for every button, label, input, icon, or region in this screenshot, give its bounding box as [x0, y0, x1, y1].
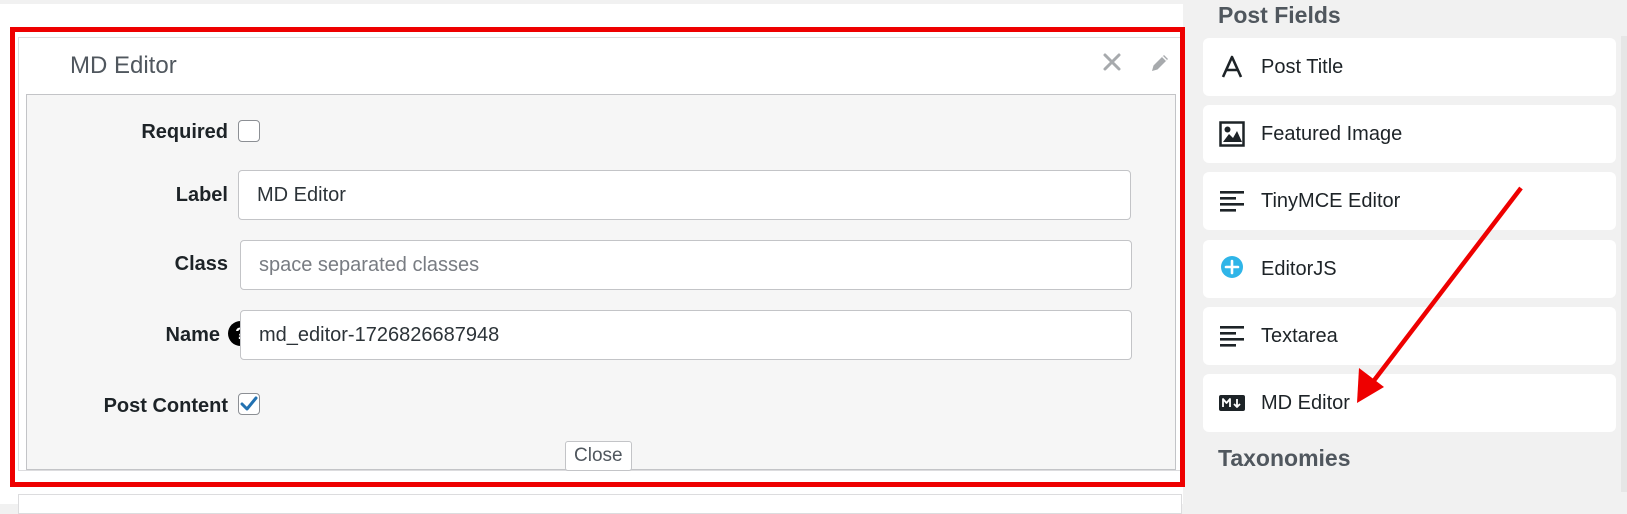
- next-field-panel: [18, 494, 1182, 514]
- taxonomies-heading: Taxonomies: [1218, 445, 1351, 471]
- plus-circle-icon: [1219, 254, 1245, 280]
- text-align-icon: [1219, 323, 1245, 349]
- sidebar-item-label: Post Title: [1261, 56, 1344, 78]
- sidebar-item-featured-image[interactable]: Featured Image: [1203, 105, 1616, 163]
- sidebar-item-post-title[interactable]: Post Title: [1203, 38, 1616, 96]
- post-fields-heading: Post Fields: [1218, 2, 1341, 28]
- text-align-icon: [1219, 188, 1245, 214]
- markdown-icon: [1219, 390, 1245, 416]
- sidebar-item-label: MD Editor: [1261, 392, 1350, 414]
- sidebar-item-label: TinyMCE Editor: [1261, 190, 1401, 212]
- sidebar-item-label: Textarea: [1261, 325, 1338, 347]
- red-highlight-box: [10, 27, 1185, 487]
- image-icon: [1219, 121, 1245, 147]
- sidebar-item-label: EditorJS: [1261, 258, 1337, 280]
- sidebar-item-md-editor[interactable]: MD Editor: [1203, 374, 1616, 432]
- sidebar-scrollbar[interactable]: [1621, 36, 1627, 492]
- sidebar-item-editorjs[interactable]: EditorJS: [1203, 240, 1616, 298]
- sidebar-item-tinymce-editor[interactable]: TinyMCE Editor: [1203, 172, 1616, 230]
- letter-a-icon: [1219, 54, 1245, 80]
- sidebar-item-textarea[interactable]: Textarea: [1203, 307, 1616, 365]
- sidebar-item-label: Featured Image: [1261, 123, 1403, 145]
